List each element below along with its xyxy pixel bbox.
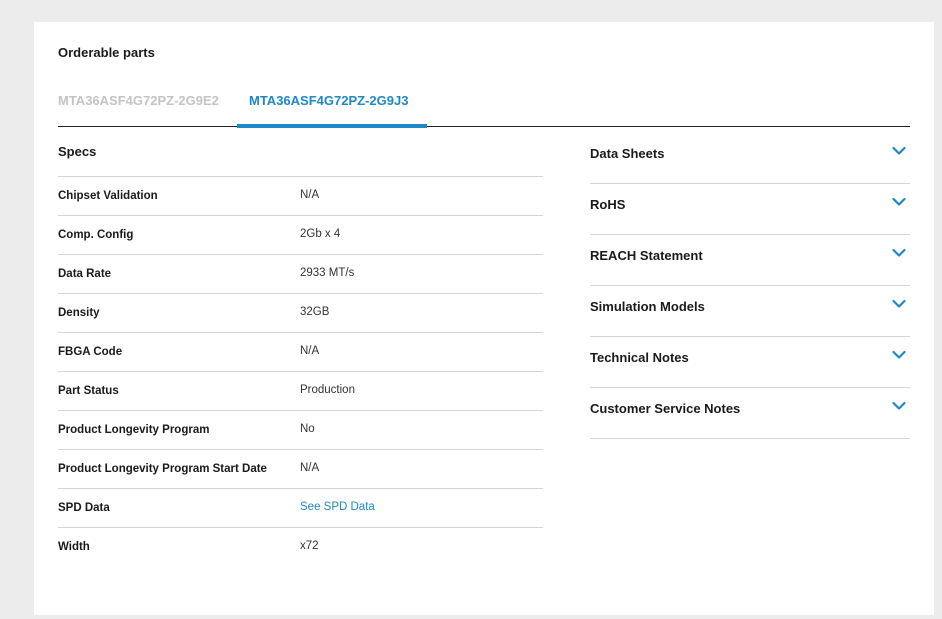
accordion-label: Simulation Models	[590, 299, 705, 314]
spec-label: FBGA Code	[58, 346, 123, 358]
spec-value: N/A	[300, 345, 320, 357]
spec-label: Chipset Validation	[58, 190, 158, 202]
spec-value: No	[300, 423, 315, 435]
specs-table: Specs Chipset Validation N/A Comp. Confi…	[58, 133, 543, 567]
accordion-reach-statement[interactable]: REACH Statement	[590, 235, 910, 286]
chevron-down-icon	[892, 248, 906, 257]
spec-label: Width	[58, 541, 90, 553]
chevron-down-icon	[892, 146, 906, 155]
chevron-down-icon	[892, 350, 906, 359]
chevron-down-icon	[892, 401, 906, 410]
spec-label: Part Status	[58, 385, 119, 397]
spec-row: Product Longevity Program No	[58, 411, 543, 450]
documents-accordion: Data Sheets RoHS REACH Statement Simulat…	[590, 133, 910, 439]
spec-row: Data Rate 2933 MT/s	[58, 255, 543, 294]
specs-title: Specs	[58, 133, 543, 177]
tab-mta36asf4g72pz-2g9j3[interactable]: MTA36ASF4G72PZ-2G9J3	[237, 88, 427, 128]
spec-value: Production	[300, 384, 355, 396]
spec-row: Part Status Production	[58, 372, 543, 411]
spec-row: Comp. Config 2Gb x 4	[58, 216, 543, 255]
tab-mta36asf4g72pz-2g9e2[interactable]: MTA36ASF4G72PZ-2G9E2	[58, 88, 219, 127]
spec-row: Density 32GB	[58, 294, 543, 333]
spec-value: x72	[300, 540, 319, 552]
section-title: Orderable parts	[58, 45, 155, 60]
chevron-down-icon	[892, 197, 906, 206]
accordion-simulation-models[interactable]: Simulation Models	[590, 286, 910, 337]
spec-label: Product Longevity Program	[58, 424, 210, 436]
part-tabs: MTA36ASF4G72PZ-2G9E2 MTA36ASF4G72PZ-2G9J…	[58, 88, 910, 128]
accordion-label: Technical Notes	[590, 350, 689, 365]
spec-value: 2Gb x 4	[300, 228, 341, 240]
spec-row: FBGA Code N/A	[58, 333, 543, 372]
spec-row: Width x72	[58, 528, 543, 567]
orderable-parts-card: Orderable parts MTA36ASF4G72PZ-2G9E2 MTA…	[34, 22, 934, 615]
spec-label: Comp. Config	[58, 229, 134, 241]
spec-row: SPD Data See SPD Data	[58, 489, 543, 528]
spec-row: Product Longevity Program Start Date N/A	[58, 450, 543, 489]
accordion-label: Data Sheets	[590, 146, 665, 161]
accordion-technical-notes[interactable]: Technical Notes	[590, 337, 910, 388]
accordion-rohs[interactable]: RoHS	[590, 184, 910, 235]
spec-label: Product Longevity Program Start Date	[58, 463, 267, 475]
accordion-data-sheets[interactable]: Data Sheets	[590, 133, 910, 184]
accordion-customer-service-notes[interactable]: Customer Service Notes	[590, 388, 910, 439]
chevron-down-icon	[892, 299, 906, 308]
accordion-label: RoHS	[590, 197, 626, 212]
spec-value: 2933 MT/s	[300, 267, 355, 279]
spec-row: Chipset Validation N/A	[58, 177, 543, 216]
spec-label: Data Rate	[58, 268, 112, 280]
spec-label: Density	[58, 307, 100, 319]
accordion-label: REACH Statement	[590, 248, 703, 263]
see-spd-data-link[interactable]: See SPD Data	[300, 501, 375, 513]
accordion-label: Customer Service Notes	[590, 401, 741, 416]
spec-value: N/A	[300, 462, 320, 474]
spec-label: SPD Data	[58, 502, 110, 514]
spec-value: 32GB	[300, 306, 330, 318]
spec-value: N/A	[300, 189, 320, 201]
